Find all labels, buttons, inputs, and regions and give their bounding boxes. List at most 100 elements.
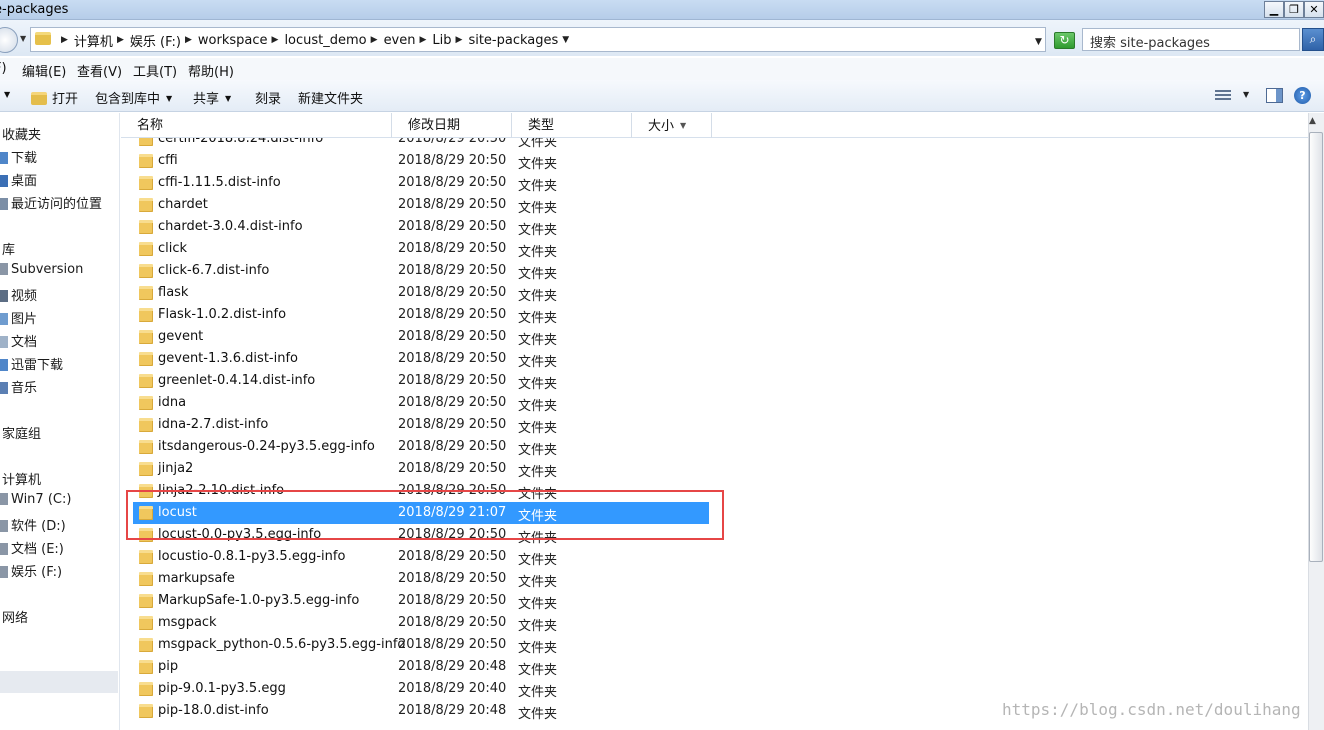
nav-pictures[interactable]: 图片	[0, 308, 37, 327]
view-dropdown-icon[interactable]: ▼	[1243, 90, 1249, 99]
nav-music[interactable]: 音乐	[0, 377, 37, 396]
refresh-button[interactable]: ↻	[1054, 32, 1075, 49]
recent-pages-dropdown-icon[interactable]: ▼	[20, 34, 26, 43]
table-row[interactable]: jinja2 2018/8/29 20:50 文件夹	[133, 458, 709, 480]
close-button[interactable]: ✕	[1304, 1, 1324, 18]
table-row[interactable]: pip 2018/8/29 20:48 文件夹	[133, 656, 709, 678]
table-row[interactable]: pip-9.0.1-py3.5.egg 2018/8/29 20:40 文件夹	[133, 678, 709, 700]
table-row[interactable]: greenlet-0.4.14.dist-info 2018/8/29 20:50…	[133, 370, 709, 392]
address-box[interactable]: ▶ 计算机 ▶ 娱乐 (F:) ▶ workspace ▶ locust_demo ▶ even ▶…	[30, 27, 1046, 52]
nav-drive-f[interactable]: 娱乐 (F:)	[0, 561, 62, 580]
nav-recent[interactable]: 最近访问的位置	[0, 193, 102, 212]
share-button[interactable]: 共享 ▼	[193, 88, 231, 107]
breadcrumb-item[interactable]: 计算机	[74, 31, 113, 50]
menu-file[interactable]: F)	[0, 61, 7, 76]
breadcrumb-separator-icon[interactable]: ▶	[61, 35, 68, 45]
search-icon[interactable]: ⌕	[1302, 28, 1324, 51]
nav-drive-e[interactable]: 文档 (E:)	[0, 538, 64, 557]
file-type: 文件夹	[518, 355, 558, 370]
nav-drive-c[interactable]: Win7 (C:)	[0, 492, 71, 507]
file-date: 2018/8/29 20:50	[398, 285, 507, 300]
nav-xunlei[interactable]: 迅雷下载	[0, 354, 63, 373]
folder-icon	[139, 154, 153, 168]
back-button[interactable]	[0, 27, 18, 53]
file-type: 文件夹	[518, 289, 558, 304]
nav-desktop[interactable]: 桌面	[0, 170, 37, 189]
burn-button[interactable]: 刻录	[255, 88, 281, 107]
table-row[interactable]: chardet 2018/8/29 20:50 文件夹	[133, 194, 709, 216]
nav-downloads[interactable]: 下载	[0, 147, 37, 166]
nav-favorites[interactable]: 收藏夹	[2, 124, 41, 143]
breadcrumb-item[interactable]: Lib	[432, 33, 451, 48]
table-row[interactable]: markupsafe 2018/8/29 20:50 文件夹	[133, 568, 709, 590]
search-input[interactable]: 搜索 site-packages	[1082, 28, 1300, 51]
table-row[interactable]: locustio-0.8.1-py3.5.egg-info 2018/8/29 2…	[133, 546, 709, 568]
table-row[interactable]: msgpack_python-0.5.6-py3.5.egg-info 2018/…	[133, 634, 709, 656]
breadcrumb-separator-icon[interactable]: ▶	[420, 35, 427, 45]
scroll-up-icon[interactable]: ▲	[1309, 116, 1316, 126]
breadcrumb-dropdown-icon[interactable]: ▼	[562, 35, 569, 45]
folder-icon	[139, 440, 153, 454]
nav-homegroup[interactable]: 家庭组	[2, 423, 41, 442]
nav-drive-d[interactable]: 软件 (D:)	[0, 515, 66, 534]
nav-network[interactable]: 网络	[2, 607, 28, 626]
file-type: 文件夹	[518, 201, 558, 216]
address-history-dropdown-icon[interactable]: ▼	[1035, 37, 1042, 47]
breadcrumb-separator-icon[interactable]: ▶	[185, 35, 192, 45]
table-row[interactable]: itsdangerous-0.24-py3.5.egg-info 2018/8/2…	[133, 436, 709, 458]
menu-tools[interactable]: 工具(T)	[133, 61, 177, 80]
file-type: 文件夹	[518, 267, 558, 282]
table-row[interactable]: idna 2018/8/29 20:50 文件夹	[133, 392, 709, 414]
folder-icon	[139, 352, 153, 366]
organize-dropdown-icon[interactable]: ▼	[4, 88, 10, 103]
nav-videos[interactable]: 视频	[0, 285, 37, 304]
table-row[interactable]: cffi 2018/8/29 20:50 文件夹	[133, 150, 709, 172]
menu-help[interactable]: 帮助(H)	[188, 61, 234, 80]
help-icon[interactable]: ?	[1294, 87, 1311, 104]
table-row[interactable]: click 2018/8/29 20:50 文件夹	[133, 238, 709, 260]
breadcrumb-item[interactable]: site-packages	[468, 33, 558, 48]
breadcrumb-item[interactable]: locust_demo	[284, 33, 366, 48]
new-folder-button[interactable]: 新建文件夹	[298, 88, 363, 107]
maximize-button[interactable]: ❐	[1284, 1, 1304, 18]
nav-documents[interactable]: 文档	[0, 331, 37, 350]
table-row[interactable]: idna-2.7.dist-info 2018/8/29 20:50 文件夹	[133, 414, 709, 436]
include-in-library-button[interactable]: 包含到库中 ▼	[95, 88, 172, 107]
menu-view[interactable]: 查看(V)	[77, 61, 122, 80]
open-button[interactable]: 打开	[31, 88, 78, 107]
breadcrumb-item[interactable]: even	[384, 33, 416, 48]
file-name: Flask-1.0.2.dist-info	[158, 307, 287, 322]
preview-pane-icon[interactable]	[1266, 88, 1283, 103]
column-name[interactable]: 名称	[121, 113, 392, 138]
table-row[interactable]: flask 2018/8/29 20:50 文件夹	[133, 282, 709, 304]
file-type: 文件夹	[518, 157, 558, 172]
table-row[interactable]: gevent-1.3.6.dist-info 2018/8/29 20:50 文件夹	[133, 348, 709, 370]
nav-computer[interactable]: 计算机	[2, 469, 41, 488]
breadcrumb-separator-icon[interactable]: ▶	[371, 35, 378, 45]
breadcrumb-separator-icon[interactable]: ▶	[272, 35, 279, 45]
breadcrumb-item[interactable]: workspace	[198, 33, 268, 48]
nav-selection-highlight	[0, 671, 118, 693]
table-row[interactable]: gevent 2018/8/29 20:50 文件夹	[133, 326, 709, 348]
breadcrumb-separator-icon[interactable]: ▶	[117, 35, 124, 45]
table-row[interactable]: click-6.7.dist-info 2018/8/29 20:50 文件夹	[133, 260, 709, 282]
column-size[interactable]: 大小 ▼	[632, 113, 712, 138]
file-name: pip-9.0.1-py3.5.egg	[158, 681, 286, 696]
scrollbar-thumb[interactable]	[1309, 132, 1323, 562]
table-row[interactable]: cffi-1.11.5.dist-info 2018/8/29 20:50 文件夹	[133, 172, 709, 194]
minimize-button[interactable]: ▁	[1264, 1, 1284, 18]
table-row[interactable]: msgpack 2018/8/29 20:50 文件夹	[133, 612, 709, 634]
column-modified[interactable]: 修改日期	[392, 113, 512, 138]
breadcrumb-separator-icon[interactable]: ▶	[456, 35, 463, 45]
nav-libraries[interactable]: 库	[2, 239, 15, 258]
column-type[interactable]: 类型	[512, 113, 632, 138]
folder-icon	[139, 330, 153, 344]
nav-subversion[interactable]: Subversion	[0, 262, 83, 277]
table-row[interactable]: Flask-1.0.2.dist-info 2018/8/29 20:50 文件夹	[133, 304, 709, 326]
table-row[interactable]: pip-18.0.dist-info 2018/8/29 20:48 文件夹	[133, 700, 709, 722]
menu-edit[interactable]: 编辑(E)	[22, 61, 66, 80]
table-row[interactable]: chardet-3.0.4.dist-info 2018/8/29 20:50 文件…	[133, 216, 709, 238]
table-row[interactable]: MarkupSafe-1.0-py3.5.egg-info 2018/8/29 2…	[133, 590, 709, 612]
breadcrumb-item[interactable]: 娱乐 (F:)	[130, 31, 181, 50]
view-options-icon[interactable]	[1215, 88, 1231, 102]
